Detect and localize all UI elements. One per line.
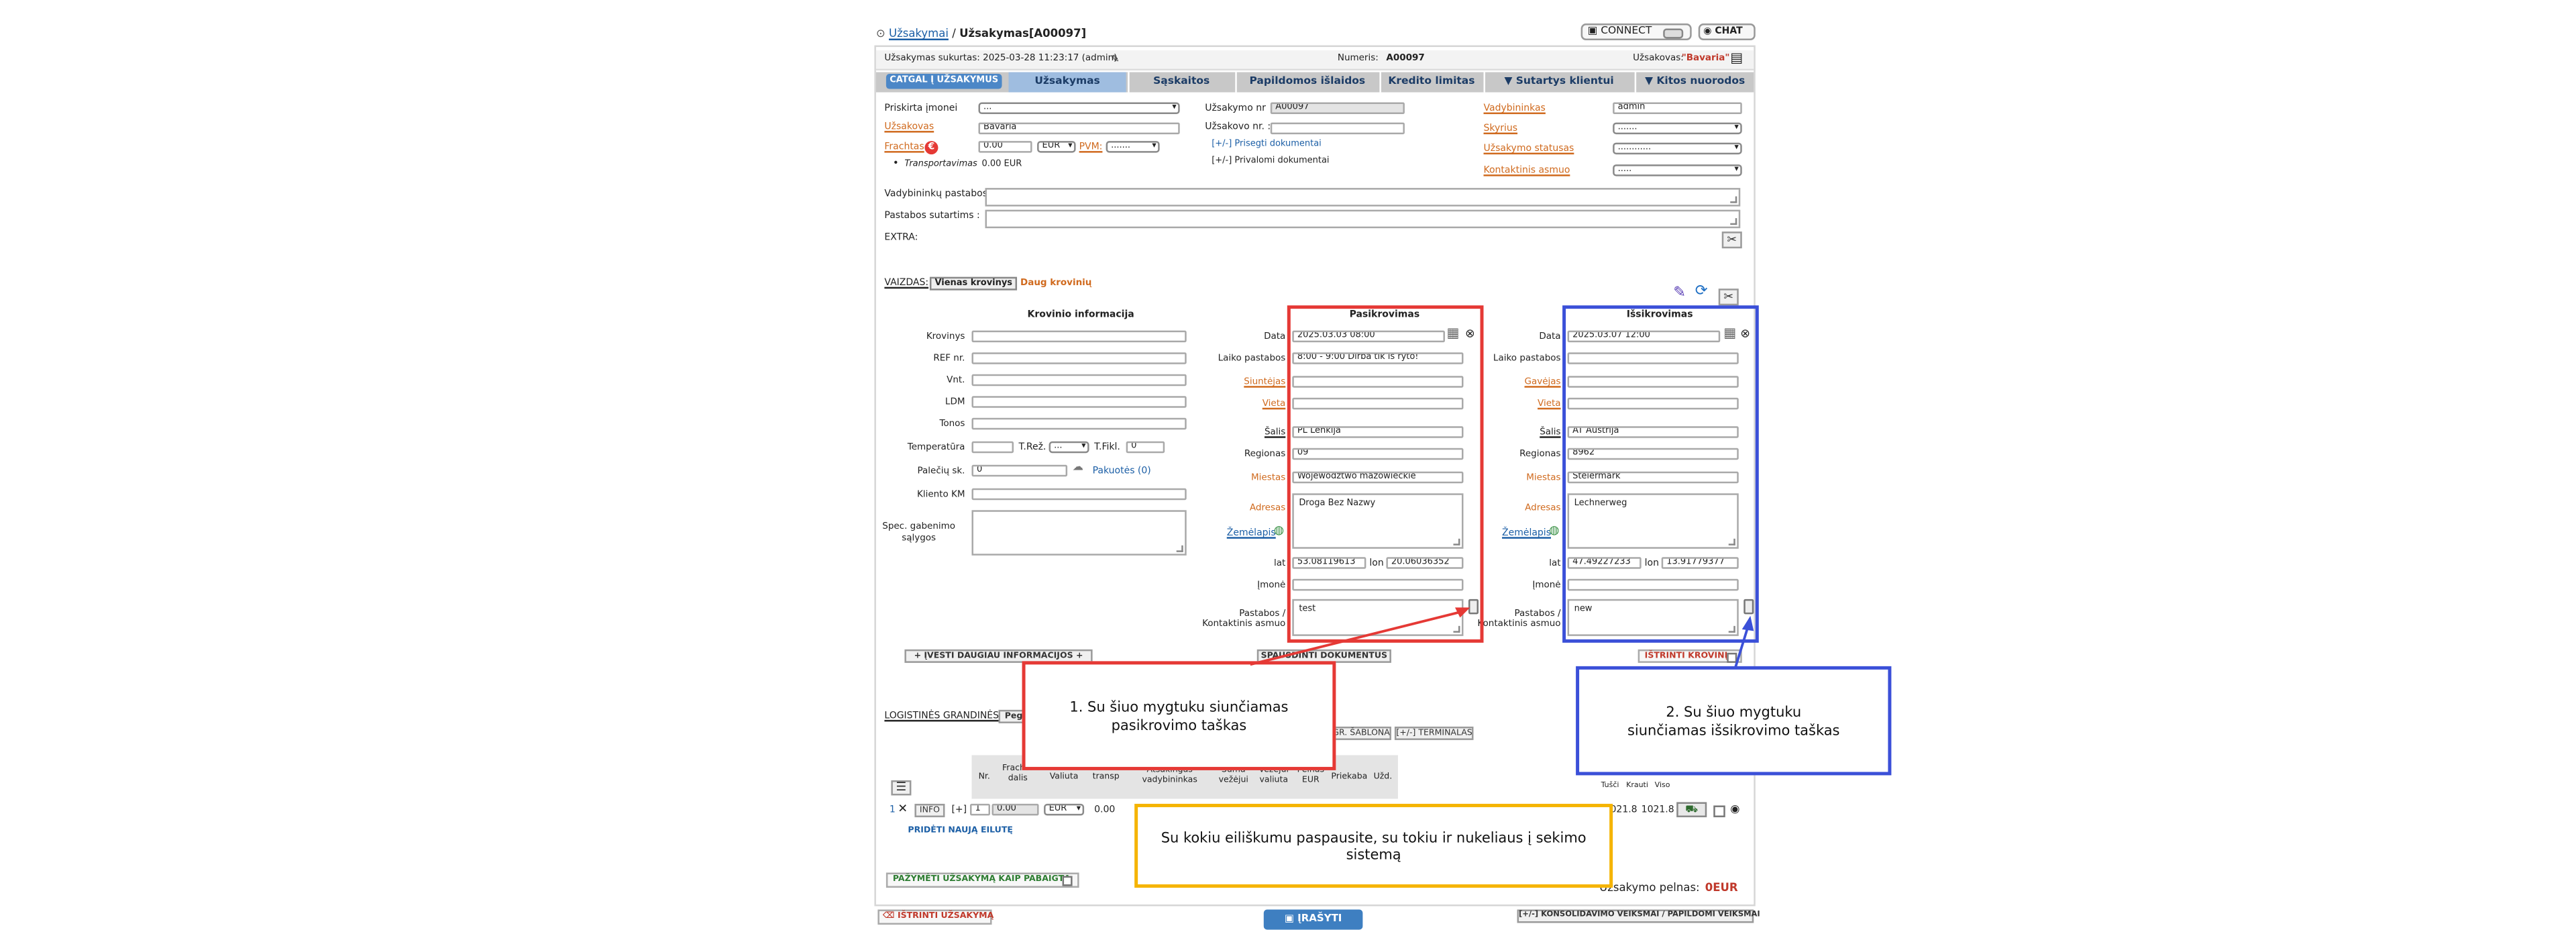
arrow-to-loading-button: [1250, 609, 1466, 666]
arrow-head-unloading: [1741, 615, 1754, 631]
page: ⊙ Užsakymai / Užsakymas[A00097] ▣ CONNEC…: [0, 0, 2576, 930]
callout-arrows: [1250, 607, 1754, 668]
arrow-to-unloading-button: [1733, 623, 1750, 668]
